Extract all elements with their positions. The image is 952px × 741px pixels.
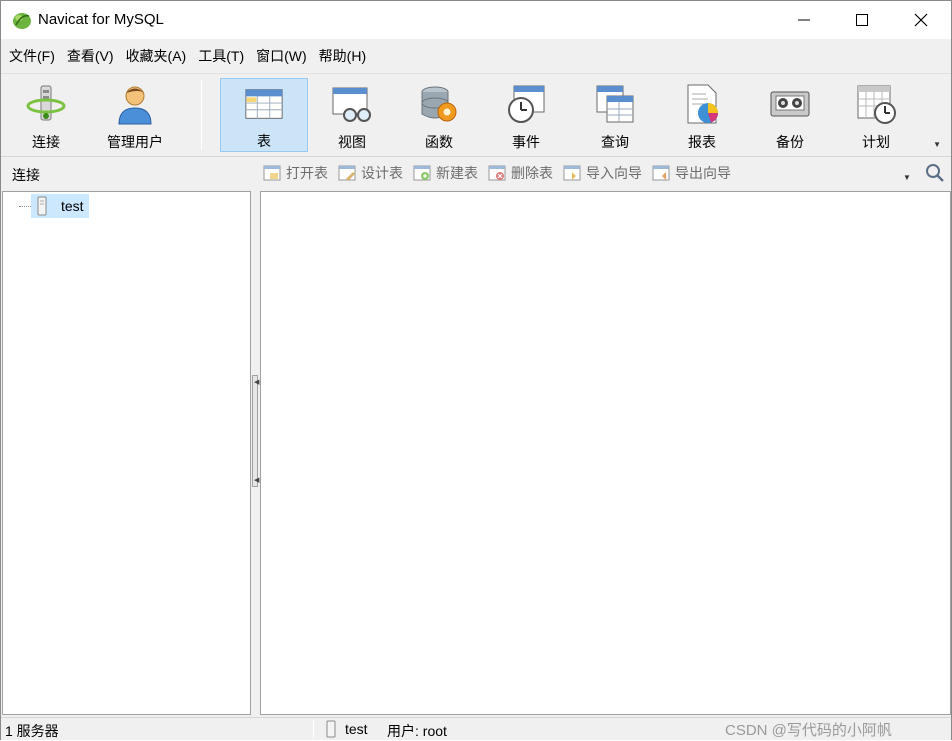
object-toolbar: 连接 打开表 设计表 新建表 删除表 导入向导 导出向导 ▼ — [1, 157, 951, 190]
delete-table-icon — [488, 165, 506, 181]
minimize-icon — [798, 19, 810, 21]
new-table-button[interactable]: 新建表 — [413, 163, 478, 183]
server-count: 1 服务器 — [5, 723, 59, 739]
event-button[interactable]: 事件 — [501, 78, 551, 152]
navicat-logo-icon — [13, 13, 31, 29]
report-button[interactable]: 报表 — [677, 78, 727, 152]
backup-tape-icon — [770, 91, 810, 117]
menu-tools[interactable]: 工具(T) — [192, 43, 250, 69]
table-label: 表 — [257, 133, 271, 149]
query-button[interactable]: 查询 — [590, 78, 640, 152]
collapse-left-arrow-icon-bottom[interactable]: ◀ — [254, 476, 259, 484]
function-label: 函数 — [425, 134, 453, 150]
splitter-grip[interactable]: ◀ ◀ — [252, 375, 259, 487]
database-server-icon — [326, 720, 336, 738]
import-wizard-button[interactable]: 导入向导 — [563, 163, 642, 183]
main-toolbar: 连接 管理用户 表 视图 函数 事件 查询 报表 备份 计划 ▼ — [1, 73, 951, 157]
status-bar: 1 服务器 test 用户: root CSDN @写代码的小阿帆 — [1, 717, 951, 740]
object-toolbar-overflow-chevron-icon[interactable]: ▼ — [903, 173, 911, 182]
maximize-button[interactable] — [833, 1, 891, 39]
user-icon — [118, 86, 152, 125]
schedule-button[interactable]: 计划 — [851, 78, 901, 152]
connection-tree-panel: test — [2, 191, 251, 715]
status-separator — [313, 720, 314, 739]
maximize-icon — [856, 14, 868, 26]
open-table-label: 打开表 — [286, 165, 328, 181]
menu-file[interactable]: 文件(F) — [3, 43, 61, 69]
backup-button[interactable]: 备份 — [765, 78, 815, 152]
menu-help[interactable]: 帮助(H) — [313, 43, 372, 69]
delete-table-button[interactable]: 删除表 — [488, 163, 553, 183]
export-wizard-label: 导出向导 — [675, 165, 731, 181]
report-label: 报表 — [688, 134, 716, 150]
view-glasses-icon — [332, 87, 371, 122]
watermark-text: CSDN @写代码的小阿帆 — [725, 722, 892, 739]
toolbar-separator — [201, 80, 202, 150]
new-table-icon — [413, 165, 431, 181]
object-list-panel[interactable] — [260, 191, 951, 715]
schedule-label: 计划 — [862, 134, 890, 150]
menu-favorites[interactable]: 收藏夹(A) — [120, 43, 193, 69]
menu-window[interactable]: 窗口(W) — [250, 43, 313, 69]
object-actions: 打开表 设计表 新建表 删除表 导入向导 导出向导 — [263, 163, 741, 183]
close-icon — [914, 13, 928, 27]
close-button[interactable] — [892, 1, 950, 39]
pane-splitter[interactable]: ◀ ◀ — [251, 191, 260, 715]
design-table-icon — [338, 165, 356, 181]
export-wizard-button[interactable]: 导出向导 — [652, 163, 731, 183]
manage-users-label: 管理用户 — [107, 134, 163, 150]
function-button[interactable]: 函数 — [414, 78, 464, 152]
import-wizard-label: 导入向导 — [586, 165, 642, 181]
function-gear-icon — [421, 86, 457, 122]
menu-bar: 文件(F) 查看(V) 收藏夹(A) 工具(T) 窗口(W) 帮助(H) — [1, 39, 951, 73]
event-clock-icon — [508, 85, 545, 123]
delete-table-label: 删除表 — [511, 165, 553, 181]
title-bar: Navicat for MySQL — [1, 1, 951, 39]
current-database: test — [345, 721, 368, 737]
schedule-calendar-icon — [857, 85, 896, 124]
view-label: 视图 — [338, 134, 366, 150]
export-wizard-icon — [652, 165, 670, 181]
import-wizard-icon — [563, 165, 581, 181]
design-table-button[interactable]: 设计表 — [338, 163, 403, 183]
manage-users-button[interactable]: 管理用户 — [97, 78, 173, 152]
toolbar-overflow-chevron-icon[interactable]: ▼ — [933, 140, 941, 149]
current-user: 用户: root — [387, 723, 447, 739]
backup-label: 备份 — [776, 134, 804, 150]
query-label: 查询 — [601, 134, 629, 150]
open-table-button[interactable]: 打开表 — [263, 163, 328, 183]
new-table-label: 新建表 — [436, 165, 478, 181]
tree-item-label: test — [61, 198, 84, 214]
connection-pane-header: 连接 — [12, 167, 40, 183]
collapse-left-arrow-icon[interactable]: ◀ — [254, 378, 259, 386]
table-icon — [245, 89, 283, 119]
report-pie-icon — [687, 84, 718, 124]
table-button[interactable]: 表 — [220, 78, 308, 152]
open-table-icon — [263, 165, 281, 181]
view-button[interactable]: 视图 — [327, 78, 377, 152]
menu-view[interactable]: 查看(V) — [61, 43, 120, 69]
query-icon — [596, 85, 634, 123]
event-label: 事件 — [512, 134, 540, 150]
design-table-label: 设计表 — [361, 165, 403, 181]
window-title: Navicat for MySQL — [38, 11, 164, 28]
connect-button[interactable]: 连接 — [13, 78, 79, 152]
database-server-icon — [37, 196, 47, 216]
search-icon[interactable] — [925, 163, 945, 183]
minimize-button[interactable] — [775, 1, 833, 39]
connect-label: 连接 — [32, 134, 60, 150]
connection-plug-icon — [26, 85, 66, 121]
tree-item-connection[interactable]: test — [31, 194, 89, 218]
navicat-window: Navicat for MySQL 文件(F) 查看(V) 收藏夹(A) 工具(… — [0, 0, 952, 740]
